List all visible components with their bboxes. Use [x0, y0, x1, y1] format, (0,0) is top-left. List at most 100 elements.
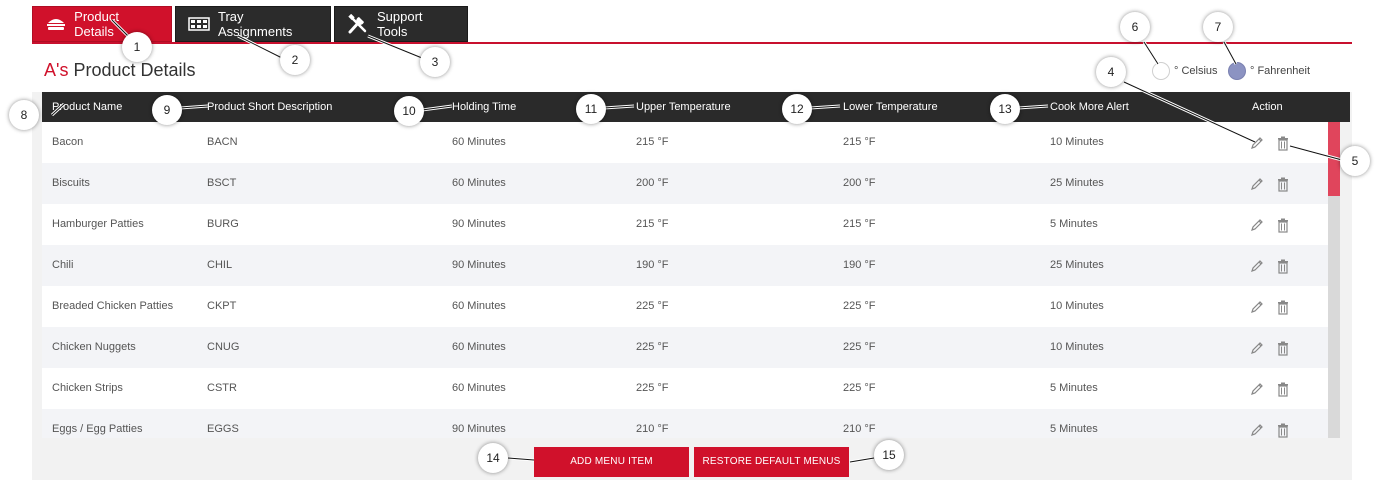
- col-action: Action: [1252, 101, 1283, 113]
- scrollbar-thumb[interactable]: [1328, 122, 1340, 196]
- table-row: Chicken Nuggets CNUG 60 Minutes 225 °F 225 °…: [42, 327, 1332, 368]
- holding-time-cell: 60 Minutes: [452, 136, 506, 148]
- table-header: Product Name Product Short Description H…: [42, 92, 1350, 122]
- pencil-icon[interactable]: [1248, 257, 1266, 275]
- product-name-cell: Biscuits: [52, 177, 90, 189]
- trash-icon[interactable]: [1274, 216, 1292, 234]
- trash-icon[interactable]: [1274, 134, 1292, 152]
- fahrenheit-label: ° Fahrenheit: [1250, 65, 1311, 77]
- holding-time-cell: 90 Minutes: [452, 259, 506, 271]
- upper-temperature-cell: 215 °F: [636, 136, 669, 148]
- cook-more-alert-cell: 10 Minutes: [1050, 136, 1104, 148]
- short-description-cell: CSTR: [207, 382, 237, 394]
- table-row: Breaded Chicken Patties CKPT 60 Minutes 225…: [42, 286, 1332, 327]
- restore-default-menus-button[interactable]: RESTORE DEFAULT MENUS: [694, 447, 849, 477]
- short-description-cell: BURG: [207, 218, 239, 230]
- upper-temperature-cell: 210 °F: [636, 423, 669, 435]
- pencil-icon[interactable]: [1248, 175, 1266, 193]
- table-row: Eggs / Egg Patties EGGS 90 Minutes 210 °F 21…: [42, 409, 1332, 438]
- callout-12: 12: [782, 94, 812, 124]
- callout-14: 14: [478, 443, 508, 473]
- tab-tray-assignments[interactable]: Tray Assignments: [175, 6, 331, 42]
- callout-13: 13: [990, 94, 1020, 124]
- table-scrollbar[interactable]: [1328, 122, 1340, 438]
- page-title: A's Product Details: [44, 60, 196, 81]
- tab-support-tools[interactable]: Support Tools: [334, 6, 468, 42]
- cook-more-alert-cell: 10 Minutes: [1050, 341, 1104, 353]
- lower-temperature-cell: 215 °F: [843, 136, 876, 148]
- lower-temperature-cell: 225 °F: [843, 341, 876, 353]
- callout-5: 5: [1340, 146, 1370, 176]
- trash-icon[interactable]: [1274, 257, 1292, 275]
- lower-temperature-cell: 190 °F: [843, 259, 876, 271]
- holding-time-cell: 60 Minutes: [452, 341, 506, 353]
- holding-time-cell: 60 Minutes: [452, 300, 506, 312]
- fahrenheit-radio[interactable]: [1228, 62, 1246, 80]
- callout-7: 7: [1203, 12, 1233, 42]
- holding-time-cell: 90 Minutes: [452, 423, 506, 435]
- add-menu-item-button[interactable]: ADD MENU ITEM: [534, 447, 689, 477]
- product-table-panel: Product Name Product Short Description H…: [32, 92, 1352, 480]
- callout-11: 11: [576, 94, 606, 124]
- upper-temperature-cell: 190 °F: [636, 259, 669, 271]
- product-name-cell: Chicken Strips: [52, 382, 123, 394]
- pencil-icon[interactable]: [1248, 339, 1266, 357]
- short-description-cell: BACN: [207, 136, 238, 148]
- pencil-icon[interactable]: [1248, 380, 1266, 398]
- callout-3: 3: [420, 47, 450, 77]
- lower-temperature-cell: 200 °F: [843, 177, 876, 189]
- callout-4: 4: [1096, 57, 1126, 87]
- holding-time-cell: 90 Minutes: [452, 218, 506, 230]
- table-row: Chili CHIL 90 Minutes 190 °F 190 °F 25 Minute…: [42, 245, 1332, 286]
- upper-temperature-cell: 225 °F: [636, 382, 669, 394]
- pencil-icon[interactable]: [1248, 134, 1266, 152]
- table-row: Bacon BACN 60 Minutes 215 °F 215 °F 10 Minute…: [42, 122, 1332, 163]
- fahrenheit-option[interactable]: ° Fahrenheit: [1228, 62, 1310, 80]
- product-name-cell: Breaded Chicken Patties: [52, 300, 174, 312]
- lower-temperature-cell: 225 °F: [843, 382, 876, 394]
- short-description-cell: CNUG: [207, 341, 240, 353]
- tab-bar: Product Details Tray Assignments Support…: [0, 0, 1377, 44]
- trash-icon[interactable]: [1274, 380, 1292, 398]
- col-short-description: Product Short Description: [207, 101, 333, 113]
- brand-name: A's: [44, 60, 69, 80]
- celsius-option[interactable]: ° Celsius: [1152, 62, 1218, 80]
- trash-icon[interactable]: [1274, 175, 1292, 193]
- table-body: Bacon BACN 60 Minutes 215 °F 215 °F 10 Minute…: [42, 122, 1332, 438]
- tab-product-details[interactable]: Product Details: [32, 6, 172, 42]
- tab-label: Tray Assignments: [218, 9, 293, 39]
- pencil-icon[interactable]: [1248, 298, 1266, 316]
- table-row: Biscuits BSCT 60 Minutes 200 °F 200 °F 25 Min…: [42, 163, 1332, 204]
- upper-temperature-cell: 225 °F: [636, 341, 669, 353]
- table-row: Hamburger Patties BURG 90 Minutes 215 °F 215…: [42, 204, 1332, 245]
- product-name-cell: Chili: [52, 259, 74, 271]
- celsius-radio[interactable]: [1152, 62, 1170, 80]
- product-name-cell: Eggs / Egg Patties: [52, 423, 143, 435]
- short-description-cell: EGGS: [207, 423, 239, 435]
- col-cook-more-alert: Cook More Alert: [1050, 101, 1129, 113]
- product-name-cell: Chicken Nuggets: [52, 341, 136, 353]
- pencil-icon[interactable]: [1248, 216, 1266, 234]
- short-description-cell: CHIL: [207, 259, 233, 271]
- short-description-cell: BSCT: [207, 177, 237, 189]
- lower-temperature-cell: 210 °F: [843, 423, 876, 435]
- trash-icon[interactable]: [1274, 298, 1292, 316]
- tab-underline: [32, 42, 1352, 44]
- table-row: Chicken Strips CSTR 60 Minutes 225 °F 225 °F…: [42, 368, 1332, 409]
- callout-15: 15: [874, 440, 904, 470]
- tools-icon: [347, 14, 369, 34]
- callout-9: 9: [152, 95, 182, 125]
- lower-temperature-cell: 225 °F: [843, 300, 876, 312]
- short-description-cell: CKPT: [207, 300, 237, 312]
- pencil-icon[interactable]: [1248, 421, 1266, 438]
- upper-temperature-cell: 200 °F: [636, 177, 669, 189]
- trash-icon[interactable]: [1274, 421, 1292, 438]
- cook-more-alert-cell: 5 Minutes: [1050, 218, 1098, 230]
- celsius-label: ° Celsius: [1174, 65, 1218, 77]
- col-lower-temperature: Lower Temperature: [843, 101, 938, 113]
- callout-6: 6: [1120, 12, 1150, 42]
- holding-time-cell: 60 Minutes: [452, 177, 506, 189]
- callout-8: 8: [9, 100, 39, 130]
- cook-more-alert-cell: 25 Minutes: [1050, 259, 1104, 271]
- trash-icon[interactable]: [1274, 339, 1292, 357]
